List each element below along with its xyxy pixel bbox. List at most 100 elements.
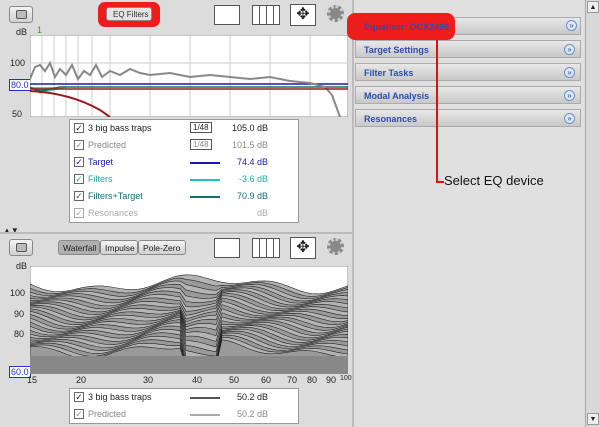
- legend-row[interactable]: ✓ 3 big bass traps 50.2 dB: [70, 389, 298, 406]
- section-filter-tasks[interactable]: Filter Tasks »: [355, 63, 581, 81]
- legend-row[interactable]: ✓ Resonances dB: [70, 205, 298, 222]
- section-target-settings[interactable]: Target Settings »: [355, 40, 581, 58]
- section-resonances[interactable]: Resonances »: [355, 109, 581, 127]
- top-x-marker: 1: [37, 25, 43, 35]
- legend-row[interactable]: ✓ Filters -3.6 dB: [70, 171, 298, 188]
- legend-row[interactable]: ✓ Predicted 50.2 dB: [70, 406, 298, 423]
- tab-label: Waterfall: [63, 243, 97, 253]
- bottom-y-tick: 90: [14, 309, 25, 319]
- checkbox[interactable]: ✓: [74, 392, 84, 402]
- checkbox[interactable]: ✓: [74, 123, 84, 133]
- layout-grid-icon[interactable]: [252, 5, 280, 25]
- chevron-down-icon[interactable]: »: [564, 113, 575, 124]
- legend-label: Filters+Target: [88, 191, 143, 201]
- fit-screen-icon[interactable]: [214, 238, 240, 258]
- zoom-arrows-icon[interactable]: ✥: [290, 4, 316, 26]
- section-modal-analysis[interactable]: Modal Analysis »: [355, 86, 581, 104]
- top-frequency-graph[interactable]: [30, 35, 348, 117]
- x-tick: 30: [143, 375, 154, 385]
- legend-label: Target: [88, 157, 114, 167]
- x-tick: 70: [287, 375, 298, 385]
- waterfall-floor: [30, 356, 348, 374]
- camera-icon: [16, 243, 27, 252]
- legend-swatch: [190, 397, 220, 399]
- legend-swatch: [190, 196, 220, 198]
- x-tick: 40: [192, 375, 203, 385]
- checkbox[interactable]: ✓: [74, 157, 84, 167]
- checkbox[interactable]: ✓: [74, 409, 84, 419]
- annotation-tick: [436, 181, 444, 183]
- x-tick: 60: [261, 375, 272, 385]
- gear-icon[interactable]: [327, 5, 344, 22]
- x-tick: 20: [76, 375, 87, 385]
- tab-label: Pole-Zero: [143, 243, 181, 253]
- bottom-y-tick: 100: [10, 288, 26, 298]
- bottom-y-unit: dB: [16, 261, 28, 271]
- x-tick: 100: [340, 375, 352, 382]
- section-label: Equaliser: DCX2496: [364, 22, 450, 32]
- x-tick: 15: [27, 375, 38, 385]
- eq-filters-button[interactable]: EQ Filters: [106, 7, 152, 21]
- x-tick: 80: [307, 375, 318, 385]
- chevron-down-icon[interactable]: »: [566, 20, 577, 31]
- checkbox[interactable]: ✓: [74, 208, 84, 218]
- legend-value: 74.4 dB: [236, 157, 268, 167]
- legend-label: Resonances: [88, 208, 139, 218]
- camera-button[interactable]: [9, 6, 33, 23]
- camera-button[interactable]: [9, 239, 33, 256]
- legend-row[interactable]: ✓ Filters+Target 70.9 dB: [70, 188, 298, 205]
- checkbox[interactable]: ✓: [74, 174, 84, 184]
- tab-impulse[interactable]: Impulse: [100, 240, 138, 255]
- eq-filters-label: EQ Filters: [113, 10, 149, 19]
- legend-label: Predicted: [88, 409, 127, 419]
- legend-swatch: [190, 179, 220, 181]
- bottom-x-axis: 15 20 30 40 50 60 70 80 90 100: [0, 374, 352, 386]
- bottom-legend: ✓ 3 big bass traps 50.2 dB ✓ Predicted 5…: [69, 388, 299, 424]
- legend-value: -3.6 dB: [238, 174, 268, 184]
- legend-label: 3 big bass traps: [88, 123, 152, 133]
- chevron-down-icon[interactable]: »: [564, 90, 575, 101]
- section-label: Target Settings: [364, 45, 429, 55]
- layout-grid-icon[interactable]: [252, 238, 280, 258]
- chevron-down-icon[interactable]: »: [564, 67, 575, 78]
- horizontal-splitter[interactable]: [0, 232, 352, 234]
- gear-icon[interactable]: [327, 238, 344, 255]
- bottom-y-tick: 80: [14, 329, 25, 339]
- section-label: Filter Tasks: [364, 68, 414, 78]
- equaliser-header-bg: [455, 17, 581, 35]
- legend-value: 70.9 dB: [236, 191, 268, 201]
- x-tick: 50: [229, 375, 240, 385]
- scroll-up-arrow-icon[interactable]: ▲: [587, 1, 599, 13]
- vertical-scrollbar[interactable]: ▲ ▼: [585, 0, 600, 427]
- fit-screen-icon[interactable]: [214, 5, 240, 25]
- tab-waterfall[interactable]: Waterfall: [58, 240, 100, 255]
- legend-value: 101.5 dB: [231, 140, 268, 150]
- legend-value: 105.0 dB: [231, 123, 268, 133]
- checkbox[interactable]: ✓: [74, 140, 84, 150]
- legend-row[interactable]: ✓ Target 74.4 dB: [70, 154, 298, 171]
- legend-row[interactable]: ✓ 3 big bass traps 1/48 105.0 dB: [70, 120, 298, 137]
- top-y-tick: 50: [12, 109, 23, 119]
- legend-label: 3 big bass traps: [88, 392, 152, 402]
- top-y-unit: dB: [16, 27, 28, 37]
- waterfall-graph[interactable]: [30, 266, 348, 374]
- section-label: Resonances: [364, 114, 418, 124]
- top-y-tick: 100: [10, 58, 26, 68]
- tab-label: Impulse: [105, 243, 135, 253]
- legend-row[interactable]: ✓ Predicted 1/48 101.5 dB: [70, 137, 298, 154]
- zoom-arrows-icon[interactable]: ✥: [290, 237, 316, 259]
- annotation-line: [436, 40, 438, 183]
- legend-value: dB: [256, 208, 268, 218]
- smoothing-icon[interactable]: 1/48: [190, 139, 212, 150]
- legend-swatch: [190, 162, 220, 164]
- x-tick: 90: [326, 375, 337, 385]
- top-legend: ✓ 3 big bass traps 1/48 105.0 dB ✓ Predi…: [69, 119, 299, 223]
- smoothing-icon[interactable]: 1/48: [190, 122, 212, 133]
- legend-value: 50.2 dB: [236, 392, 268, 402]
- tab-pole-zero[interactable]: Pole-Zero: [138, 240, 186, 255]
- chevron-down-icon[interactable]: »: [564, 44, 575, 55]
- legend-value: 50.2 dB: [236, 409, 268, 419]
- checkbox[interactable]: ✓: [74, 191, 84, 201]
- legend-label: Predicted: [88, 140, 127, 150]
- scroll-down-arrow-icon[interactable]: ▼: [587, 413, 599, 425]
